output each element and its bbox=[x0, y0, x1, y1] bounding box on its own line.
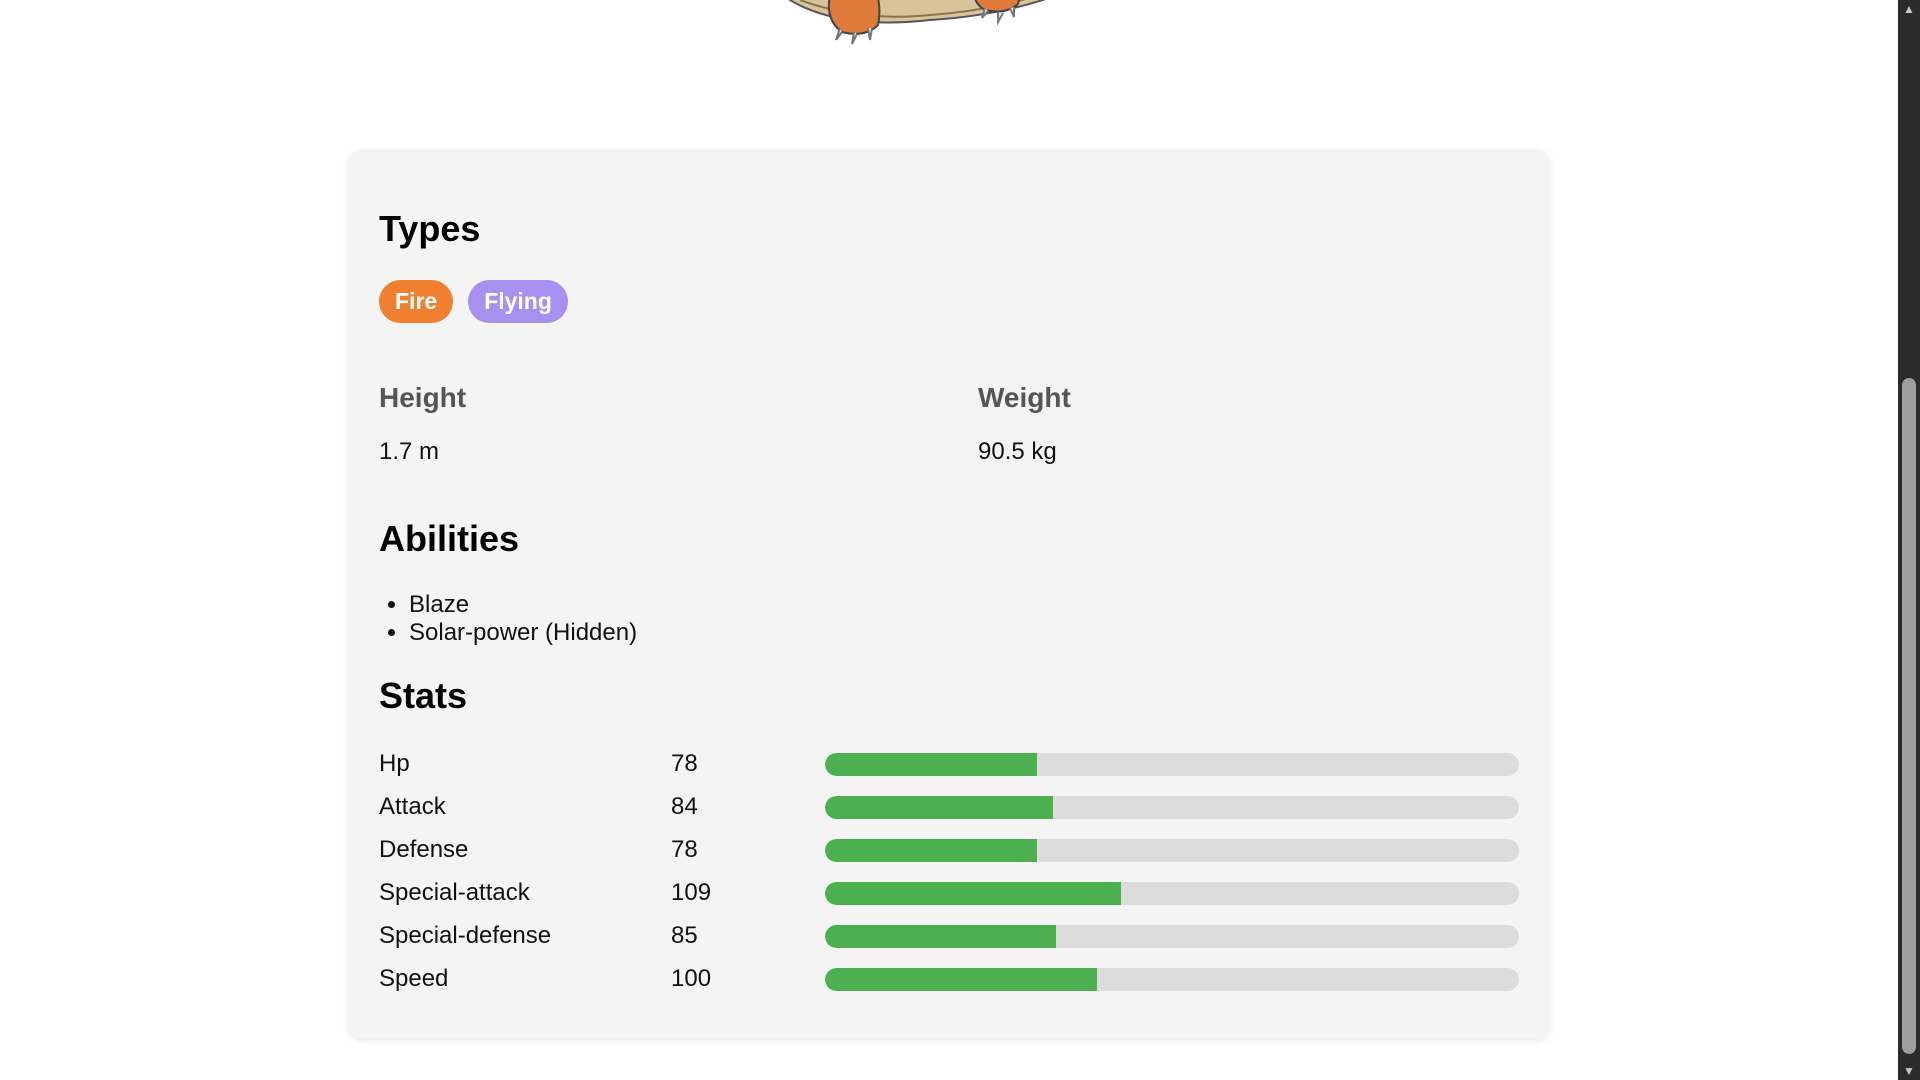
weight-value: 90.5 kg bbox=[978, 438, 1057, 465]
stat-name: Defense bbox=[379, 836, 469, 863]
stat-row: Speed 100 bbox=[379, 965, 1519, 1008]
stat-bar-fill bbox=[825, 839, 1038, 862]
ability-item: Blaze bbox=[409, 591, 637, 619]
weight-info: Weight 90.5 kg bbox=[978, 382, 1071, 466]
abilities-heading: Abilities bbox=[379, 518, 520, 559]
stat-name: Hp bbox=[379, 750, 410, 777]
stat-name: Special-attack bbox=[379, 879, 530, 906]
height-label: Height bbox=[379, 382, 467, 413]
type-badge-flying[interactable]: Flying bbox=[468, 280, 568, 323]
stat-bar-track bbox=[825, 796, 1519, 819]
weight-label: Weight bbox=[978, 382, 1071, 413]
stat-bar-track bbox=[825, 882, 1519, 905]
stat-name: Speed bbox=[379, 965, 449, 992]
stat-bar-track bbox=[825, 753, 1519, 776]
stat-value: 85 bbox=[671, 922, 698, 949]
stats-table: Hp 78 Attack 84 Defense 78 Special-attack 109 Sp… bbox=[379, 750, 1519, 1008]
stat-bar-fill bbox=[825, 796, 1054, 819]
abilities-list: BlazeSolar-power (Hidden) bbox=[379, 591, 637, 647]
stat-bar-fill bbox=[825, 968, 1098, 991]
types-heading: Types bbox=[379, 208, 481, 249]
type-badge-fire[interactable]: Fire bbox=[379, 280, 454, 323]
types-list: Fire Flying bbox=[379, 280, 568, 323]
stats-heading: Stats bbox=[379, 675, 468, 716]
stat-row: Special-attack 109 bbox=[379, 879, 1519, 922]
scrollbar-thumb[interactable] bbox=[1902, 378, 1916, 1054]
vertical-scrollbar[interactable]: ▲ ▼ bbox=[1898, 0, 1920, 1080]
stat-bar-fill bbox=[825, 882, 1122, 905]
stat-name: Special-defense bbox=[379, 922, 552, 949]
stat-row: Defense 78 bbox=[379, 836, 1519, 879]
height-info: Height 1.7 m bbox=[379, 382, 466, 466]
charizard-sprite-icon bbox=[789, 0, 1046, 45]
stat-value: 109 bbox=[671, 879, 712, 906]
stat-name: Attack bbox=[379, 793, 446, 820]
stat-row: Attack 84 bbox=[379, 793, 1519, 836]
stat-value: 100 bbox=[671, 965, 712, 992]
pokemon-details-card: Types Fire Flying Height 1.7 m Weight 90.… bbox=[349, 150, 1549, 1038]
ability-item: Solar-power (Hidden) bbox=[409, 619, 637, 647]
stat-bar-fill bbox=[825, 753, 1038, 776]
page-viewport: Types Fire Flying Height 1.7 m Weight 90.… bbox=[0, 0, 1898, 1080]
height-value: 1.7 m bbox=[379, 438, 440, 465]
stat-bar-track bbox=[825, 925, 1519, 948]
stat-value: 78 bbox=[671, 750, 698, 777]
stat-value: 84 bbox=[671, 793, 698, 820]
stat-bar-track bbox=[825, 968, 1519, 991]
stat-bar-track bbox=[825, 839, 1519, 862]
stat-row: Hp 78 bbox=[379, 750, 1519, 793]
arrow-down-icon[interactable]: ▼ bbox=[1898, 1062, 1920, 1080]
arrow-up-icon[interactable]: ▲ bbox=[1898, 0, 1920, 18]
stat-row: Special-defense 85 bbox=[379, 922, 1519, 965]
stat-value: 78 bbox=[671, 836, 698, 863]
stat-bar-fill bbox=[825, 925, 1057, 948]
